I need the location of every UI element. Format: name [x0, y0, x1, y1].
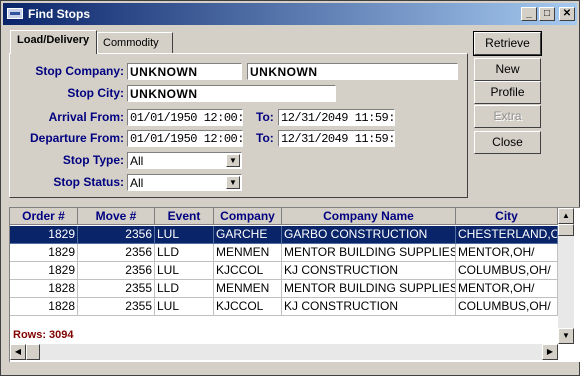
city-cell: CHESTERLAND,OH/ [456, 226, 558, 244]
order-cell: 1829 [10, 226, 78, 244]
stop-company-label: Stop Company: [35, 64, 124, 78]
arrival-from-label: Arrival From: [48, 110, 124, 124]
move-cell: 2355 [78, 280, 155, 298]
stop-city-field[interactable]: UNKNOWN [127, 85, 336, 102]
find-stops-window: Find Stops _ □ ✕ Load/Delivery Commodity… [0, 0, 580, 376]
column-header-move[interactable]: Move # [78, 208, 155, 225]
close-button[interactable]: Close [474, 131, 541, 154]
departure-to-field[interactable]: 12/31/2049 11:59:0 [278, 130, 395, 147]
company-name-cell: MENTOR BUILDING SUPPLIES [282, 280, 456, 298]
new-search-button[interactable]: New Search [474, 58, 541, 96]
column-header-event[interactable]: Event [155, 208, 214, 225]
event-cell: LLD [155, 280, 214, 298]
scroll-right-icon[interactable]: ▶ [542, 344, 558, 360]
stop-status-value: All [130, 176, 144, 190]
window-title: Find Stops [28, 7, 90, 21]
arrival-to-label: To: [256, 110, 274, 124]
stop-status-select[interactable]: All ▼ [127, 174, 242, 191]
move-cell: 2356 [78, 262, 155, 280]
rows-count: Rows: 3094 [13, 329, 74, 341]
table-row[interactable]: 1828 2355 LUL KJCCOL KJ CONSTRUCTION COLUMBUS… [10, 298, 558, 316]
table-row[interactable]: 1829 2356 LLD MENMEN MENTOR BUILDING SUPPLIE… [10, 244, 558, 262]
table-row[interactable]: 1829 2356 LUL GARCHE GARBO CONSTRUCTION CHEST… [10, 226, 558, 244]
tab-load-delivery-label: Load/Delivery [17, 34, 90, 46]
table-row[interactable]: 1829 2356 LUL KJCCOL KJ CONSTRUCTION COLUMBUS… [10, 262, 558, 280]
tab-commodity-label: Commodity [103, 37, 159, 49]
scroll-left-icon[interactable]: ◀ [10, 344, 26, 360]
stop-type-label: Stop Type: [62, 153, 124, 167]
app-icon [7, 8, 23, 19]
extra-button[interactable]: Extra [474, 105, 541, 128]
chevron-down-icon[interactable]: ▼ [226, 176, 240, 189]
city-cell: MENTOR,OH/ [456, 280, 558, 298]
tab-commodity[interactable]: Commodity [97, 32, 173, 53]
company-name-cell: GARBO CONSTRUCTION [282, 226, 456, 244]
column-header-company-name[interactable]: Company Name [282, 208, 456, 225]
company-cell: KJCCOL [214, 298, 282, 316]
stop-company-name-field[interactable]: UNKNOWN [247, 63, 458, 80]
retrieve-button[interactable]: Retrieve [473, 31, 542, 56]
scroll-down-icon[interactable]: ▼ [558, 328, 574, 344]
event-cell: LUL [155, 262, 214, 280]
company-name-cell: KJ CONSTRUCTION [282, 298, 456, 316]
company-name-cell: KJ CONSTRUCTION [282, 262, 456, 280]
title-bar[interactable]: Find Stops _ □ ✕ [3, 3, 577, 25]
event-cell: LUL [155, 226, 214, 244]
maximize-button[interactable]: □ [539, 7, 555, 21]
profile-button[interactable]: Profile [474, 81, 541, 104]
column-header-company[interactable]: Company [214, 208, 282, 225]
scroll-up-icon[interactable]: ▲ [558, 208, 574, 224]
stop-type-value: All [130, 154, 144, 168]
column-header-city[interactable]: City [456, 208, 558, 225]
city-cell: COLUMBUS,OH/ [456, 298, 558, 316]
arrival-from-field[interactable]: 01/01/1950 12:00:0 [127, 109, 243, 126]
tab-load-delivery[interactable]: Load/Delivery [10, 30, 97, 54]
city-cell: MENTOR,OH/ [456, 244, 558, 262]
company-cell: KJCCOL [214, 262, 282, 280]
company-cell: GARCHE [214, 226, 282, 244]
move-cell: 2356 [78, 244, 155, 262]
city-cell: COLUMBUS,OH/ [456, 262, 558, 280]
departure-from-field[interactable]: 01/01/1950 12:00:0 [127, 130, 243, 147]
horizontal-scroll-thumb[interactable] [26, 344, 40, 360]
stop-status-label: Stop Status: [53, 175, 124, 189]
results-grid: Order # Move # Event Company Company Nam… [9, 207, 580, 362]
company-name-cell: MENTOR BUILDING SUPPLIES [282, 244, 456, 262]
horizontal-scrollbar[interactable]: ◀ ▶ [10, 344, 558, 360]
order-cell: 1829 [10, 244, 78, 262]
move-cell: 2355 [78, 298, 155, 316]
order-cell: 1828 [10, 280, 78, 298]
vertical-scrollbar[interactable]: ▲ ▼ [558, 208, 574, 344]
event-cell: LLD [155, 244, 214, 262]
close-window-button[interactable]: ✕ [559, 7, 575, 21]
grid-header: Order # Move # Event Company Company Nam… [10, 208, 558, 225]
column-header-order[interactable]: Order # [10, 208, 78, 225]
minimize-button[interactable]: _ [521, 7, 537, 21]
company-cell: MENMEN [214, 244, 282, 262]
departure-from-label: Departure From: [29, 131, 124, 145]
arrival-to-field[interactable]: 12/31/2049 11:59:0 [278, 109, 395, 126]
company-cell: MENMEN [214, 280, 282, 298]
load-delivery-panel: Stop Company: UNKNOWN UNKNOWN Stop City:… [9, 53, 468, 198]
departure-to-label: To: [256, 131, 274, 145]
event-cell: LUL [155, 298, 214, 316]
table-row[interactable]: 1828 2355 LLD MENMEN MENTOR BUILDING SUPPLIE… [10, 280, 558, 298]
move-cell: 2356 [78, 226, 155, 244]
stop-city-label: Stop City: [67, 86, 124, 100]
order-cell: 1828 [10, 298, 78, 316]
chevron-down-icon[interactable]: ▼ [226, 154, 240, 167]
stop-type-select[interactable]: All ▼ [127, 152, 242, 169]
scroll-thumb[interactable] [558, 224, 574, 236]
order-cell: 1829 [10, 262, 78, 280]
stop-company-field[interactable]: UNKNOWN [127, 63, 242, 80]
